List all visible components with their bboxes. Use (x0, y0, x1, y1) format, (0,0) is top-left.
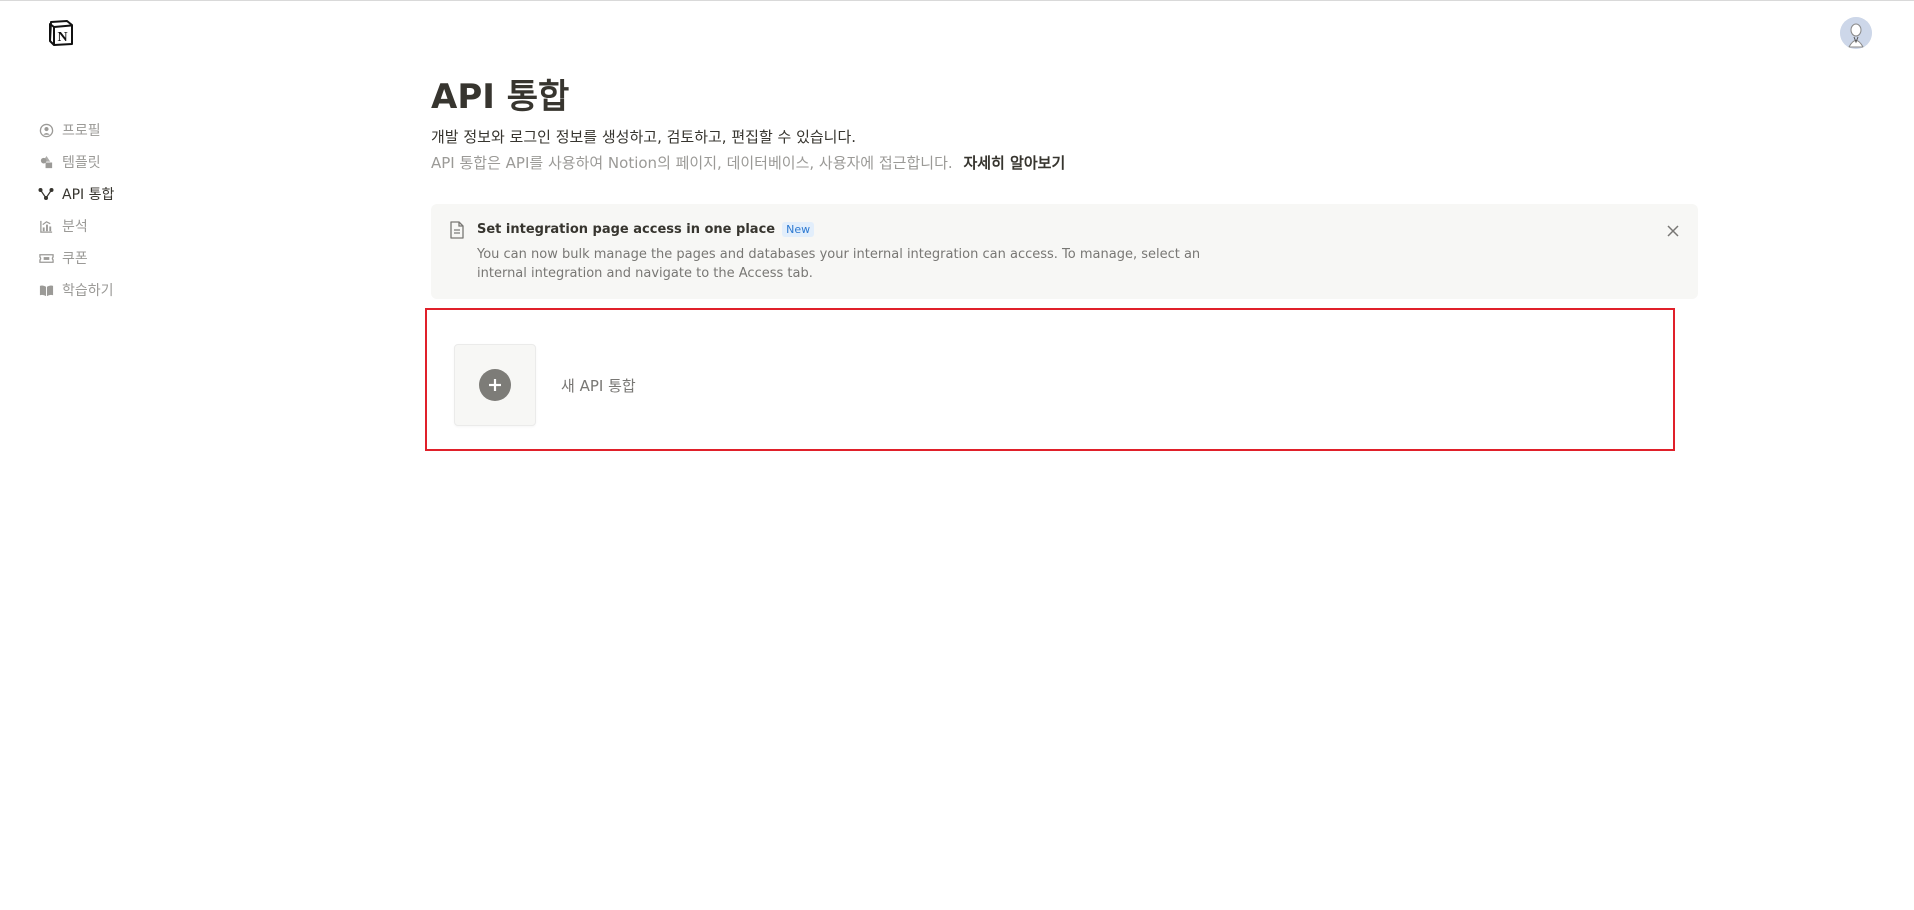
sidebar-item-label: 템플릿 (62, 155, 101, 171)
info-banner: Set integration page access in one place… (431, 204, 1698, 299)
sidebar-item-label: 쿠폰 (62, 251, 88, 267)
new-badge: New (782, 222, 815, 237)
banner-title-row: Set integration page access in one place… (477, 222, 815, 237)
user-avatar[interactable] (1840, 17, 1872, 49)
sidebar-item-api-integrations[interactable]: API 통합 (38, 178, 238, 210)
main-content: API 통합 개발 정보와 로그인 정보를 생성하고, 검토하고, 편집할 수 … (431, 73, 1698, 173)
sidebar-item-profile[interactable]: 프로필 (38, 114, 238, 146)
document-icon (449, 221, 465, 239)
new-integration-button[interactable] (454, 344, 536, 426)
profile-icon (38, 122, 54, 138)
book-icon (38, 282, 54, 298)
sidebar-item-templates[interactable]: 템플릿 (38, 146, 238, 178)
ticket-icon (38, 250, 54, 266)
sidebar-item-label: 프로필 (62, 123, 101, 139)
sidebar-item-coupons[interactable]: 쿠폰 (38, 242, 238, 274)
banner-body: You can now bulk manage the pages and da… (477, 247, 1201, 281)
svg-text:N: N (57, 30, 67, 45)
sidebar-item-analytics[interactable]: 분석 (38, 210, 238, 242)
banner-title: Set integration page access in one place (477, 222, 776, 237)
learn-more-link[interactable]: 자세히 알아보기 (963, 154, 1065, 172)
page-description: API 통합은 API를 사용하여 Notion의 페이지, 데이터베이스, 사… (431, 153, 1698, 173)
description-text: API 통합은 API를 사용하여 Notion의 페이지, 데이터베이스, 사… (431, 154, 953, 172)
sidebar-item-learn[interactable]: 학습하기 (38, 274, 238, 306)
notion-logo-icon[interactable]: N (46, 18, 76, 48)
integration-icon (38, 186, 54, 202)
shapes-icon (38, 154, 54, 170)
sidebar-item-label: 분석 (62, 219, 88, 235)
sidebar: 프로필 템플릿 API 통합 분석 쿠폰 학습하기 (38, 114, 238, 306)
sidebar-item-label: 학습하기 (62, 283, 114, 299)
page-title: API 통합 (431, 77, 570, 117)
analytics-icon (38, 218, 54, 234)
close-icon[interactable] (1666, 223, 1680, 237)
new-integration-label[interactable]: 새 API 통합 (561, 375, 636, 396)
plus-icon (479, 369, 511, 401)
page-subtitle: 개발 정보와 로그인 정보를 생성하고, 검토하고, 편집할 수 있습니다. (431, 128, 857, 146)
sidebar-item-label: API 통합 (62, 187, 115, 203)
